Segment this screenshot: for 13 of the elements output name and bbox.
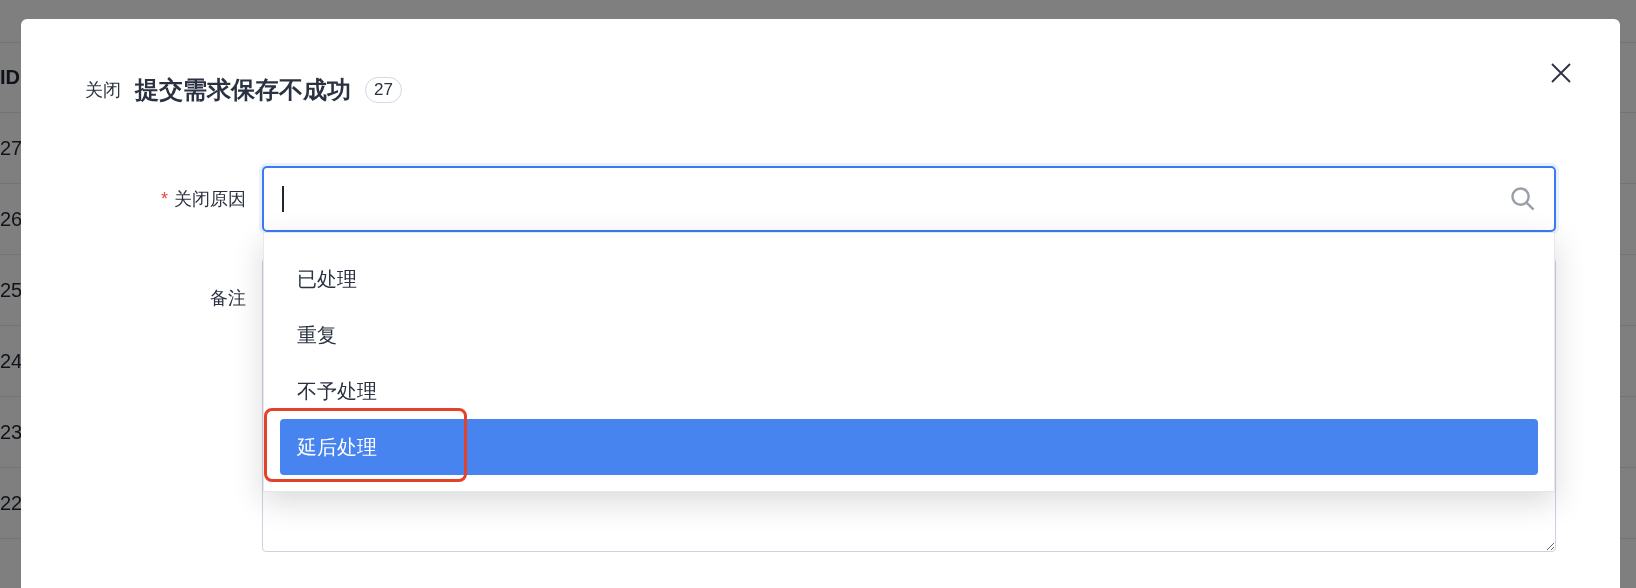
close-icon[interactable] (1549, 61, 1573, 85)
required-mark: * (161, 188, 168, 210)
dropdown-option[interactable]: 重复 (280, 307, 1538, 363)
dropdown-option[interactable]: 不予处理 (280, 363, 1538, 419)
dropdown-option[interactable]: 已处理 (280, 251, 1538, 307)
field-label: 备注 (210, 287, 246, 310)
select-field[interactable] (262, 166, 1556, 232)
dialog-title: 提交需求保存不成功 (135, 75, 351, 105)
text-cursor (282, 186, 284, 212)
field-label: 关闭原因 (174, 188, 246, 211)
dropdown-option[interactable]: 延后处理 (280, 419, 1538, 475)
action-label: 关闭 (85, 79, 121, 102)
search-icon (1510, 186, 1536, 212)
